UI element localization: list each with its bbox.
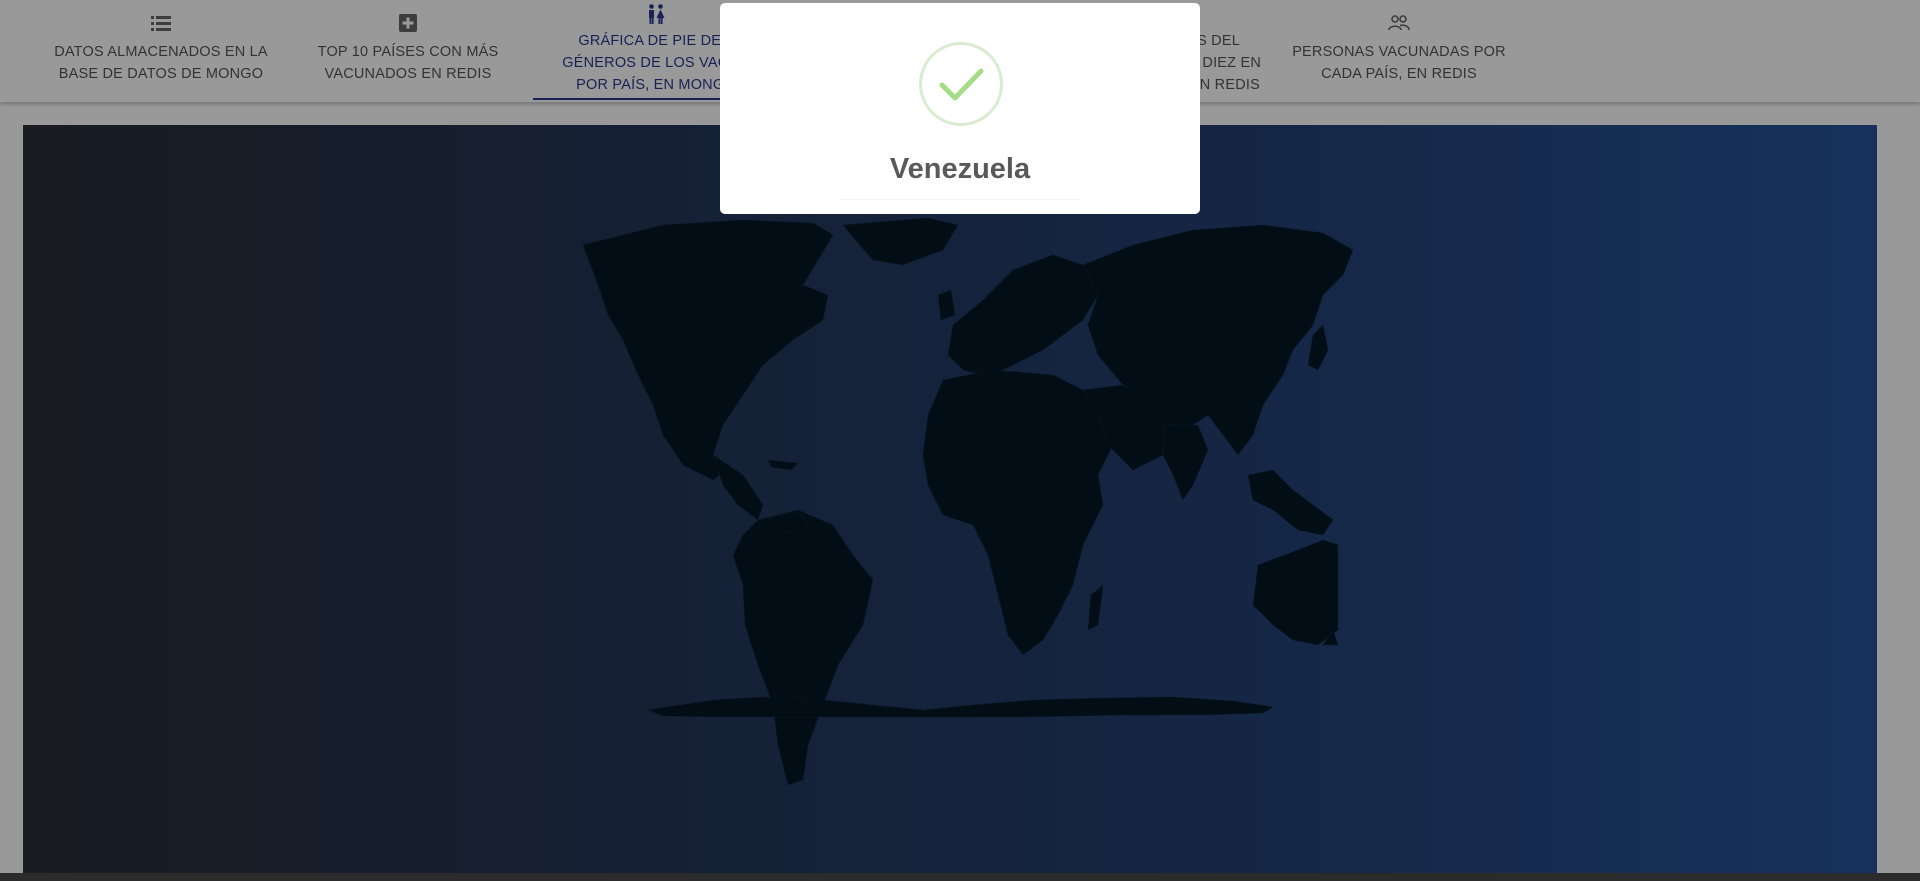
success-icon-ring [919,42,1003,126]
success-modal: Venezuela [720,3,1200,214]
bottom-edge [0,873,1920,881]
modal-divider [840,199,1080,200]
modal-title: Venezuela [889,153,1031,185]
success-check-icon [939,68,984,101]
